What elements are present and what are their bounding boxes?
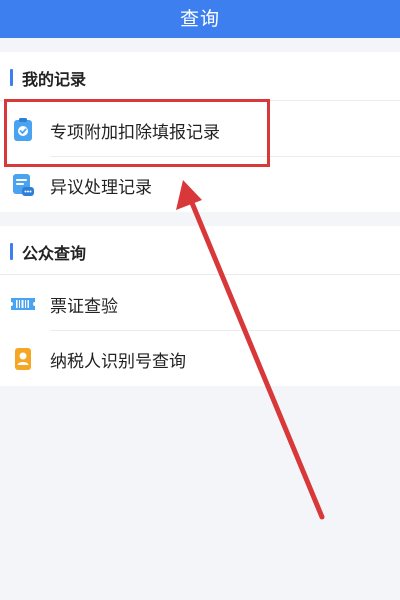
page-title: 查询 <box>179 7 220 30</box>
person-id-icon <box>15 348 31 370</box>
section-header-public-query: 公众查询 <box>0 226 400 275</box>
list-item-ticket-verification[interactable]: 票证查验 <box>0 276 400 331</box>
section-title-public-query: 公众查询 <box>22 244 87 263</box>
app-header: 查询 <box>0 0 400 38</box>
list-item-taxpayer-id-query[interactable]: 纳税人识别号查询 <box>0 331 400 386</box>
section-accent-bar <box>10 243 13 260</box>
barcode-ticket-icon <box>11 298 35 310</box>
section-accent-bar <box>10 69 13 86</box>
list-item-label: 票证查验 <box>50 297 118 317</box>
list-item-label: 纳税人识别号查询 <box>50 352 186 372</box>
section-title-my-records: 我的记录 <box>22 70 87 89</box>
section-header-my-records: 我的记录 <box>0 52 400 101</box>
section-public-query: 公众查询 票证查验 纳税人识别号查询 <box>0 226 400 386</box>
highlight-box <box>4 99 270 167</box>
chat-document-icon <box>13 174 34 196</box>
list-item-label: 异议处理记录 <box>50 178 152 198</box>
